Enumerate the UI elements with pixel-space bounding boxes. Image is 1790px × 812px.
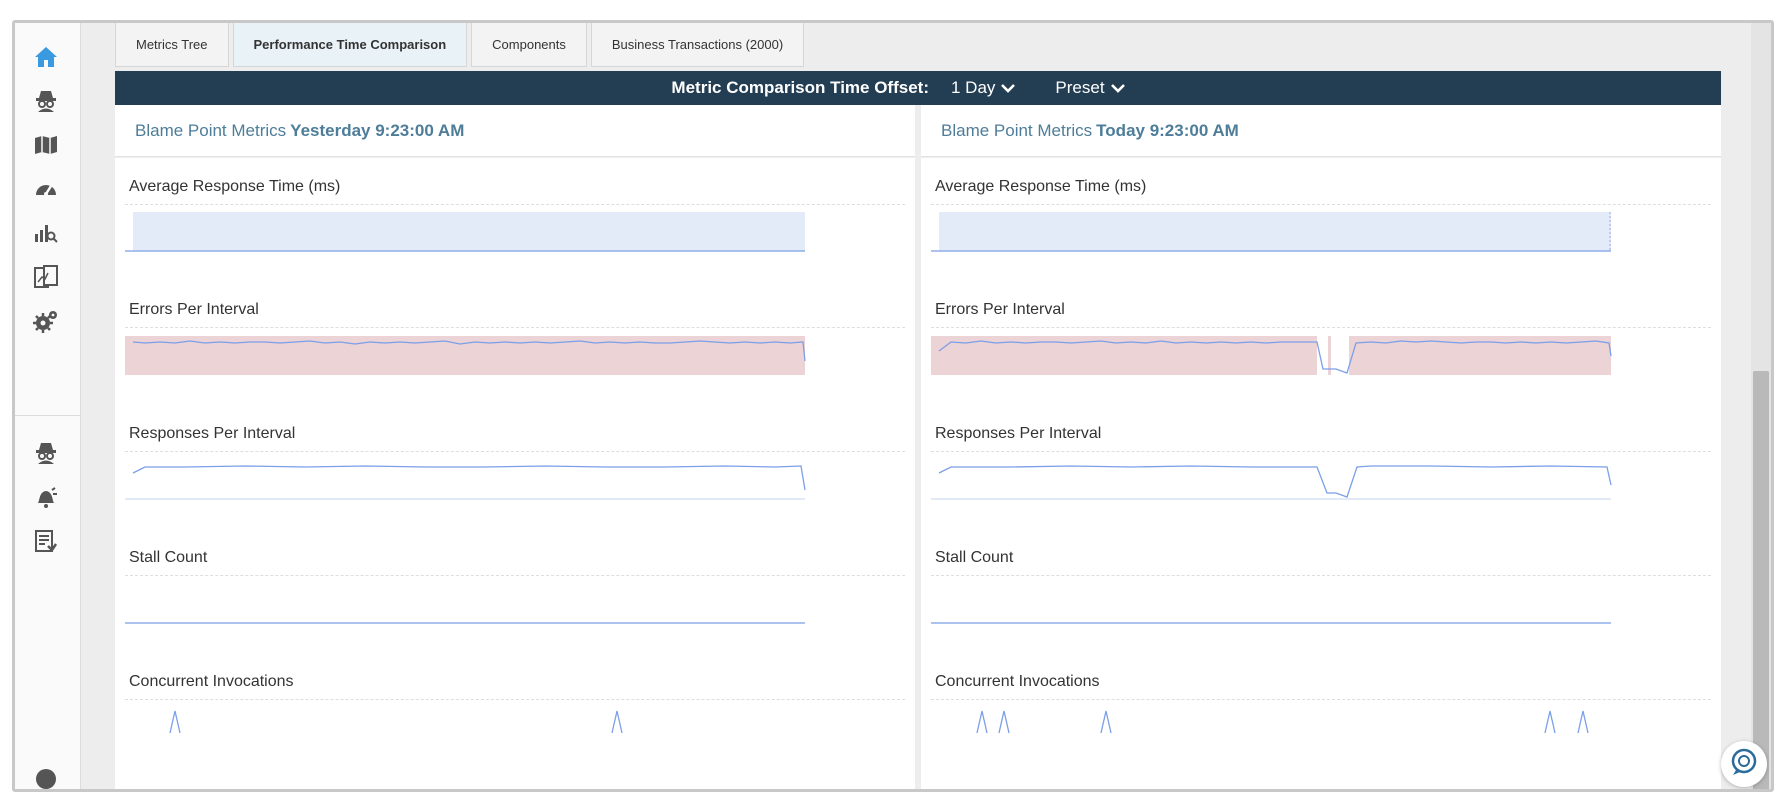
stall-count-chart[interactable] (125, 579, 905, 659)
responses-chart[interactable] (125, 455, 905, 535)
time-offset-dropdown[interactable]: 1 Day (951, 78, 1016, 98)
time-offset-bar: Metric Comparison Time Offset: 1 Day Pre… (115, 71, 1721, 105)
series-spike (611, 710, 623, 734)
metric-panel-responses: Responses Per Interval (921, 405, 1721, 541)
dashed-separator (125, 699, 905, 700)
metric-title: Concurrent Invocations (129, 673, 294, 690)
column-header: Blame Point Metrics Yesterday 9:23:00 AM (115, 105, 915, 157)
metric-panel-errors: Errors Per Interval (115, 281, 915, 417)
metric-panel-responses: Responses Per Interval (115, 405, 915, 541)
report-compare-icon[interactable] (30, 261, 62, 293)
series-spike (976, 710, 988, 734)
dashed-separator (931, 575, 1711, 576)
avg-response-chart[interactable] (125, 208, 905, 288)
dashed-separator (125, 575, 905, 576)
column-header-prefix: Blame Point Metrics (941, 120, 1093, 140)
series-spike (998, 710, 1010, 734)
errors-chart[interactable] (125, 331, 905, 411)
metric-panel-concurrent: Concurrent Invocations (115, 653, 915, 789)
metric-panel-avg-response: Average Response Time (ms) (115, 158, 915, 294)
dashed-separator (931, 204, 1711, 205)
sidebar (15, 23, 81, 789)
series-spike (1544, 710, 1556, 734)
metric-panel-errors: Errors Per Interval (921, 281, 1721, 417)
metric-title: Responses Per Interval (935, 425, 1102, 442)
dashed-separator (125, 451, 905, 452)
preset-label: Preset (1055, 78, 1105, 97)
column-header: Blame Point Metrics Today 9:23:00 AM (921, 105, 1721, 157)
column-header-timestamp: Yesterday 9:23:00 AM (290, 120, 465, 140)
dashed-separator (931, 699, 1711, 700)
metric-title: Errors Per Interval (935, 301, 1065, 318)
tab-business-transactions[interactable]: Business Transactions (2000) (590, 23, 805, 67)
column-header-timestamp: Today 9:23:00 AM (1096, 120, 1239, 140)
chevron-down-icon (1001, 83, 1016, 93)
series-spike (1100, 710, 1112, 734)
metric-title: Errors Per Interval (129, 301, 259, 318)
preset-dropdown[interactable]: Preset (1055, 78, 1125, 98)
metric-panel-stall-count: Stall Count (115, 529, 915, 665)
series-spike (1577, 710, 1589, 734)
column-header-prefix: Blame Point Metrics (135, 120, 287, 140)
tab-metrics-tree[interactable]: Metrics Tree (115, 23, 229, 67)
main-content: Metrics Tree Performance Time Comparison… (81, 23, 1771, 789)
chat-support-button[interactable] (1721, 741, 1767, 787)
tab-performance-time-comparison[interactable]: Performance Time Comparison (232, 23, 468, 67)
vertical-scrollbar[interactable] (1751, 23, 1771, 789)
band (133, 212, 805, 251)
metric-title: Stall Count (129, 549, 208, 566)
dashed-separator (125, 327, 905, 328)
dashed-separator (125, 204, 905, 205)
chevron-down-icon (1110, 83, 1125, 93)
agent-spy-secondary-icon[interactable] (30, 437, 62, 469)
dashboard-gauge-icon[interactable] (30, 173, 62, 205)
sidebar-divider (15, 415, 80, 416)
metric-title: Stall Count (935, 549, 1014, 566)
series-line (132, 465, 806, 491)
metric-panel-stall-count: Stall Count (921, 529, 1721, 665)
scrollbar-thumb[interactable] (1753, 371, 1769, 789)
dashed-separator (931, 451, 1711, 452)
chat-bubble-icon (1730, 748, 1758, 781)
metric-panel-avg-response: Average Response Time (ms) (921, 158, 1721, 294)
yesterday-column: Blame Point Metrics Yesterday 9:23:00 AM… (115, 105, 915, 789)
time-offset-value: 1 Day (951, 78, 996, 97)
metric-title: Concurrent Invocations (935, 673, 1100, 690)
chart-search-icon[interactable] (30, 217, 62, 249)
task-list-icon[interactable] (30, 525, 62, 557)
metric-title: Responses Per Interval (129, 425, 296, 442)
tab-bar: Metrics Tree Performance Time Comparison… (115, 23, 805, 67)
metric-title: Average Response Time (ms) (129, 178, 341, 195)
stall-count-chart[interactable] (931, 579, 1711, 659)
band (939, 212, 1611, 251)
responses-chart[interactable] (931, 455, 1711, 535)
alert-bell-icon[interactable] (30, 481, 62, 513)
agent-spy-icon[interactable] (30, 85, 62, 117)
dashed-separator (931, 327, 1711, 328)
time-offset-label: Metric Comparison Time Offset: (671, 78, 929, 97)
metric-panel-concurrent: Concurrent Invocations (921, 653, 1721, 789)
settings-gears-icon[interactable] (30, 305, 62, 337)
avg-response-chart[interactable] (931, 208, 1711, 288)
tab-components[interactable]: Components (471, 23, 587, 67)
concurrent-chart[interactable] (125, 703, 905, 783)
concurrent-chart[interactable] (931, 703, 1711, 783)
home-icon[interactable] (30, 41, 62, 73)
metric-title: Average Response Time (ms) (935, 178, 1147, 195)
series-line (938, 465, 1612, 498)
series-line (169, 710, 181, 734)
help-icon[interactable] (30, 763, 62, 789)
map-icon[interactable] (30, 129, 62, 161)
today-column: Blame Point Metrics Today 9:23:00 AM Ave… (921, 105, 1721, 789)
errors-chart[interactable] (931, 331, 1711, 411)
comparison-panels: Blame Point Metrics Yesterday 9:23:00 AM… (115, 105, 1721, 789)
app-window: Metrics Tree Performance Time Comparison… (12, 20, 1774, 792)
